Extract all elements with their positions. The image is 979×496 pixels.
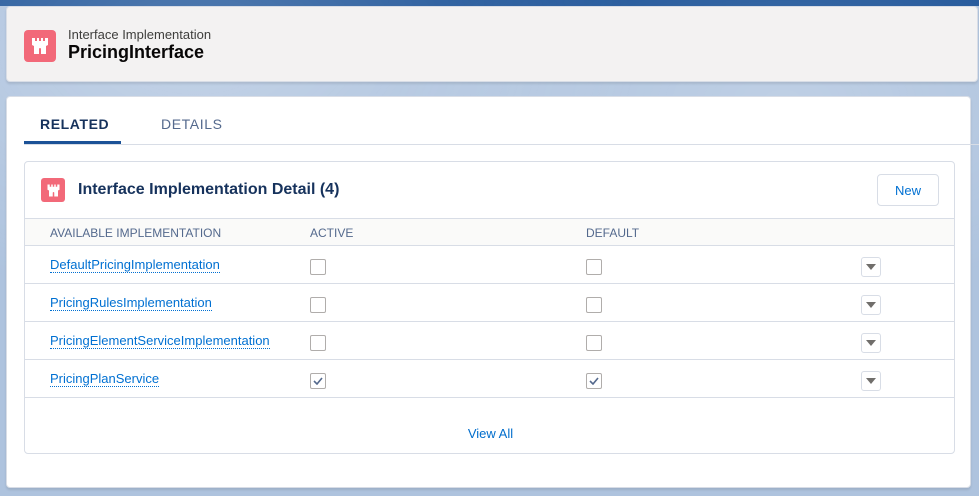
implementation-link[interactable]: PricingElementServiceImplementation <box>50 333 270 349</box>
default-checkbox <box>586 335 602 351</box>
checkmark-icon <box>313 377 323 385</box>
table-row: PricingRulesImplementation <box>25 284 954 322</box>
default-checkbox <box>586 373 602 389</box>
implementation-link[interactable]: PricingRulesImplementation <box>50 295 212 311</box>
table-header: AVAILABLE IMPLEMENTATION ACTIVE DEFAULT <box>25 218 954 246</box>
active-checkbox <box>310 373 326 389</box>
record-header: Interface Implementation PricingInterfac… <box>6 6 978 82</box>
page-title: PricingInterface <box>68 42 205 62</box>
table-row: PricingElementServiceImplementation <box>25 322 954 360</box>
chevron-down-icon <box>866 340 876 346</box>
related-list-card: Interface Implementation Detail (4) New … <box>24 161 955 454</box>
main-card: RELATED DETAILS Interface Implementation… <box>6 96 979 488</box>
row-actions-button[interactable] <box>861 257 881 277</box>
implementation-link[interactable]: PricingPlanService <box>50 371 160 387</box>
chevron-down-icon <box>866 302 876 308</box>
checkmark-icon <box>589 377 599 385</box>
related-list-footer: View All <box>25 411 954 453</box>
chevron-down-icon <box>866 264 876 270</box>
related-list-title[interactable]: Interface Implementation Detail (4) <box>78 181 339 199</box>
row-actions-button[interactable] <box>861 333 881 353</box>
object-type-label: Interface Implementation <box>68 27 212 42</box>
column-header-default: DEFAULT <box>586 226 640 240</box>
column-header-available-implementation: AVAILABLE IMPLEMENTATION <box>50 226 222 240</box>
chevron-down-icon <box>866 378 876 384</box>
view-all-link[interactable]: View All <box>468 426 513 441</box>
table-row: PricingPlanService <box>25 360 954 398</box>
active-checkbox <box>310 297 326 313</box>
active-checkbox <box>310 335 326 351</box>
tab-related[interactable]: RELATED <box>40 116 109 132</box>
tab-bar: RELATED DETAILS <box>24 97 979 145</box>
row-actions-button[interactable] <box>861 295 881 315</box>
default-checkbox <box>586 259 602 275</box>
castle-icon <box>24 30 56 62</box>
row-actions-button[interactable] <box>861 371 881 391</box>
column-header-active: ACTIVE <box>310 226 354 240</box>
default-checkbox <box>586 297 602 313</box>
active-tab-indicator <box>24 141 121 144</box>
castle-icon <box>41 178 65 202</box>
active-checkbox <box>310 259 326 275</box>
tab-details[interactable]: DETAILS <box>161 116 223 132</box>
table-row: DefaultPricingImplementation <box>25 246 954 284</box>
implementation-link[interactable]: DefaultPricingImplementation <box>50 257 220 273</box>
new-button[interactable]: New <box>877 174 939 206</box>
